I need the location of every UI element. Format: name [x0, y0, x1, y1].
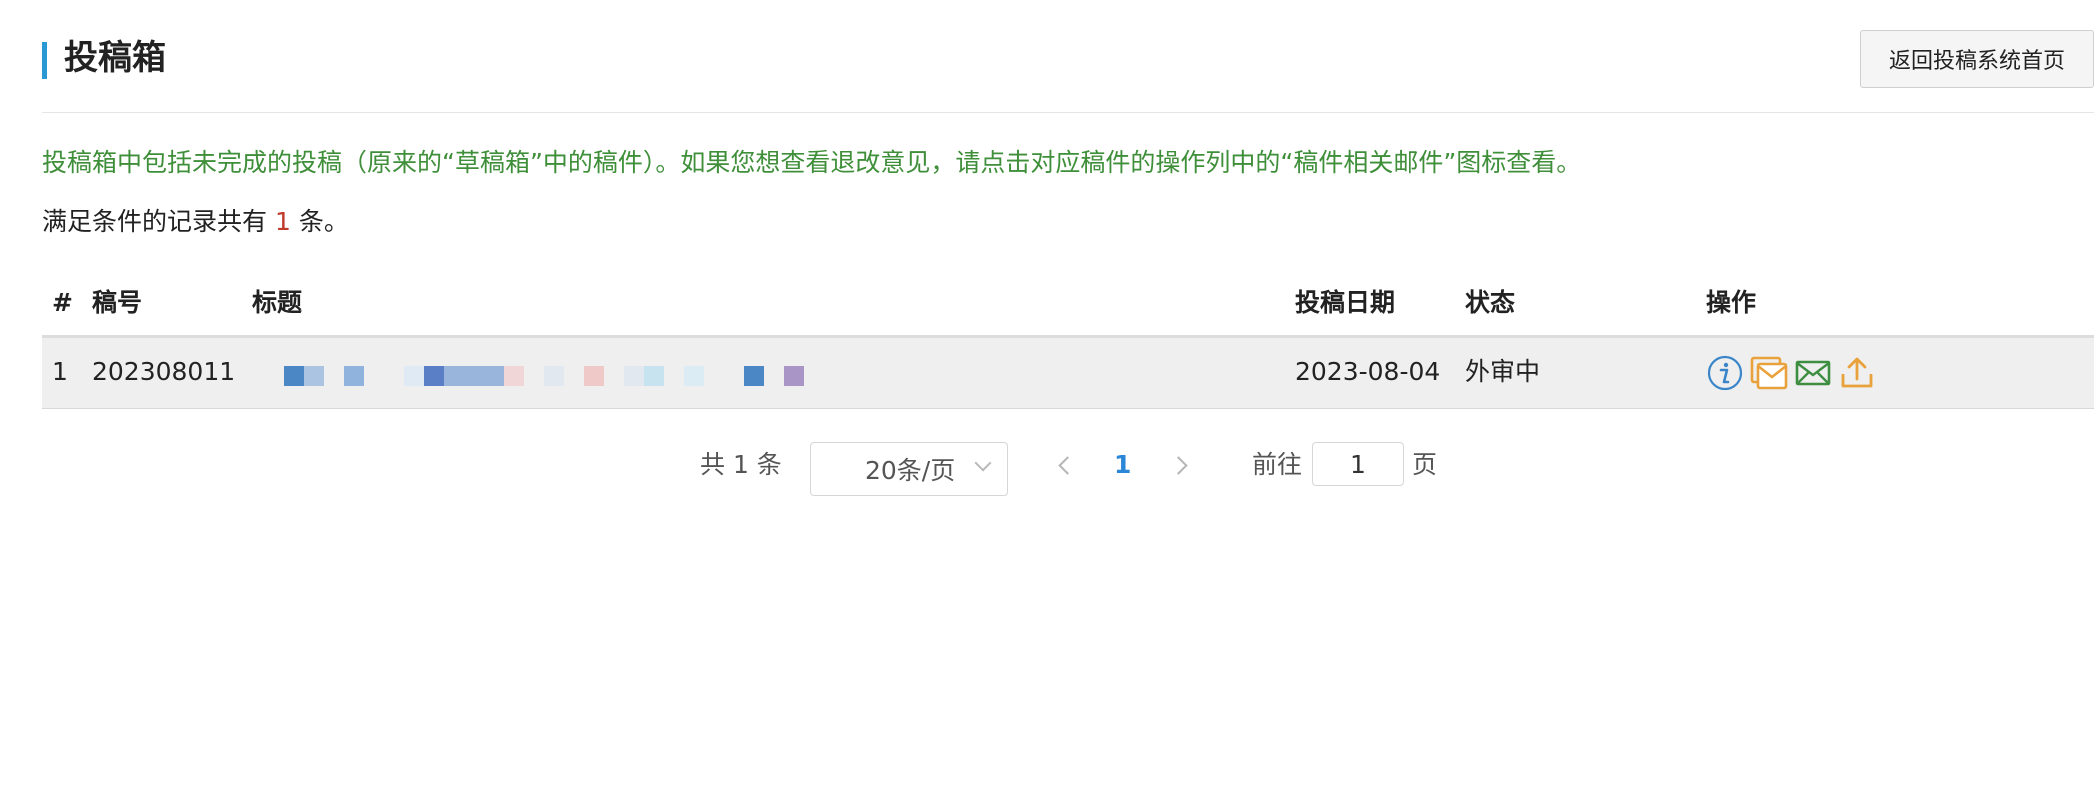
prev-page-button[interactable] — [1055, 451, 1079, 481]
record-count: 满足条件的记录共有 1 条。 — [42, 205, 349, 239]
manuscript-table: # 稿号 标题 投稿日期 状态 操作 1 202308011 2023-08-0… — [42, 272, 2094, 409]
row-index: 1 — [52, 357, 68, 386]
page-size-select[interactable]: 20条/页 — [810, 442, 1008, 496]
upload-icon[interactable] — [1838, 354, 1876, 392]
record-count-suffix: 条。 — [298, 207, 349, 236]
return-home-button[interactable]: 返回投稿系统首页 — [1860, 30, 2094, 88]
pagination-total: 共 1 条 — [700, 450, 782, 479]
column-header-date: 投稿日期 — [1295, 288, 1396, 317]
page-title: 投稿箱 — [64, 38, 166, 78]
page-label: 页 — [1412, 450, 1438, 479]
column-header-status: 状态 — [1465, 288, 1516, 317]
envelope-icon[interactable] — [1794, 354, 1832, 392]
manuscript-number: 202308011 — [92, 357, 236, 386]
pagination: 共 1 条 20条/页 1 前往 页 — [0, 442, 2094, 498]
record-count-prefix: 满足条件的记录共有 — [42, 207, 268, 236]
page-header: 投稿箱 返回投稿系统首页 — [42, 28, 2094, 113]
title-accent-bar — [42, 42, 47, 79]
notice-text: 投稿箱中包括未完成的投稿（原来的“草稿箱”中的稿件）。如果您想查看退改意见，请点… — [42, 148, 1582, 177]
submission-date: 2023-08-04 — [1295, 357, 1441, 386]
column-header-manuscript-no: 稿号 — [92, 288, 143, 317]
record-count-number: 1 — [274, 207, 291, 236]
chevron-down-icon — [974, 454, 992, 472]
table-header: # 稿号 标题 投稿日期 状态 操作 — [42, 272, 2094, 338]
column-header-title: 标题 — [252, 288, 303, 317]
next-page-button[interactable] — [1168, 451, 1192, 481]
goto-page-input[interactable] — [1312, 442, 1404, 486]
page-number-current[interactable]: 1 — [1114, 448, 1131, 482]
redacted-title — [284, 362, 854, 388]
status-text: 外审中 — [1465, 357, 1541, 386]
column-header-actions: 操作 — [1706, 288, 1757, 317]
column-header-index: # — [52, 288, 73, 317]
info-icon[interactable] — [1706, 354, 1744, 392]
related-mail-icon[interactable] — [1750, 354, 1788, 392]
page-size-value: 20条/页 — [865, 456, 956, 485]
table-row: 1 202308011 2023-08-04 外审中 — [42, 338, 2094, 409]
goto-label: 前往 — [1252, 450, 1303, 479]
